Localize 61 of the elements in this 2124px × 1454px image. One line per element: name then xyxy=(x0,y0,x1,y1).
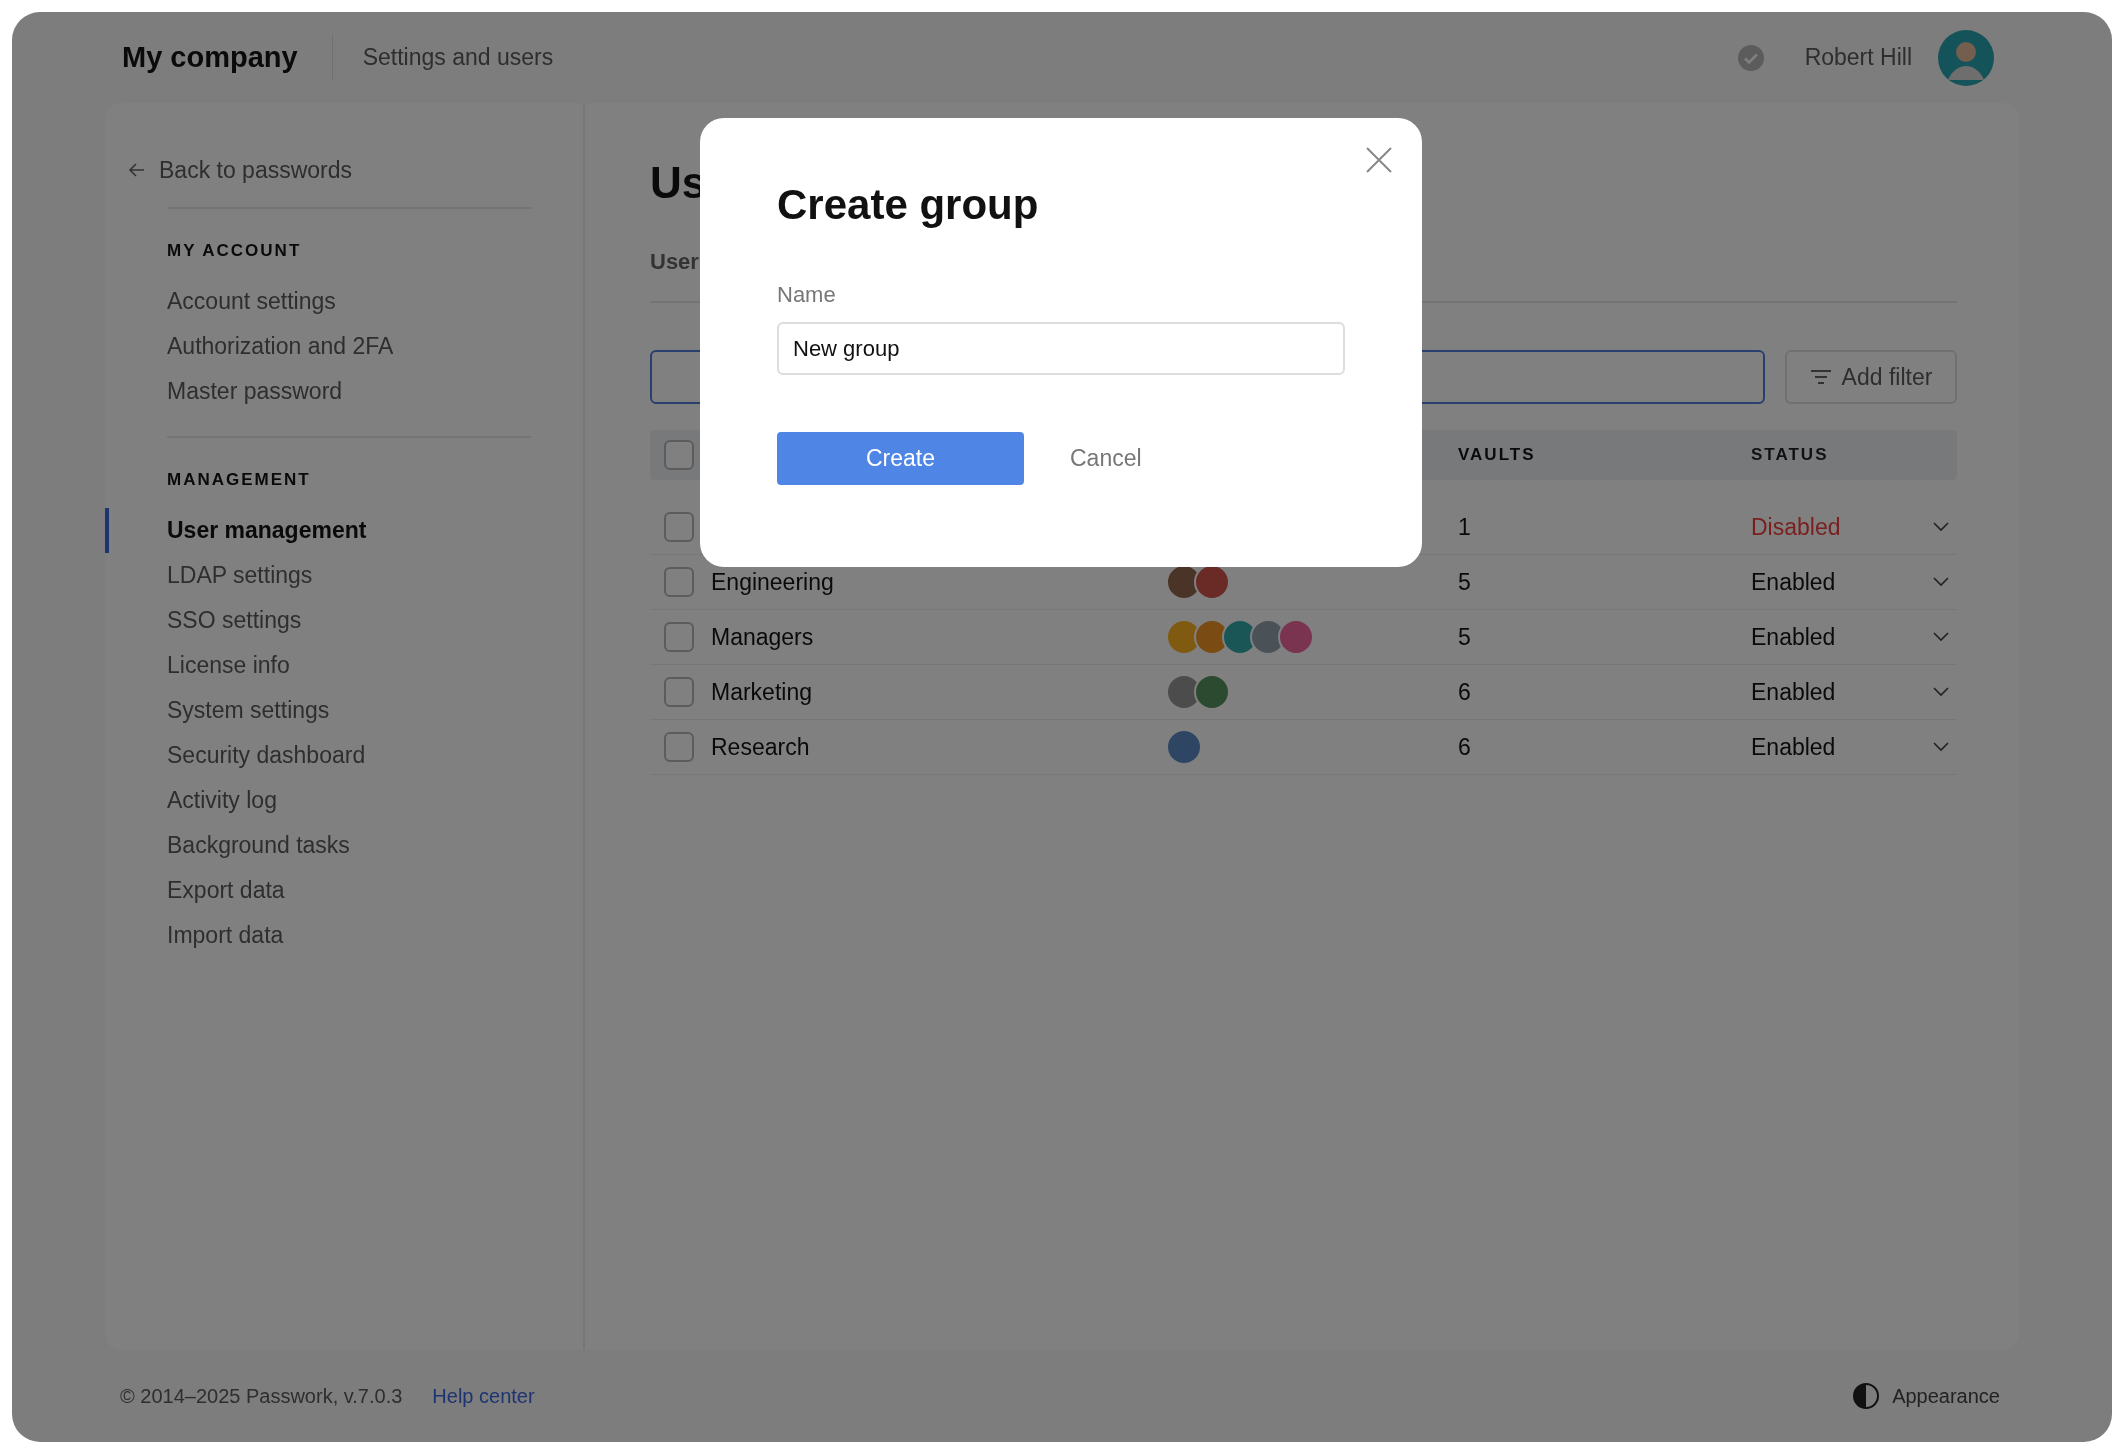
checkbox[interactable] xyxy=(664,440,694,470)
nav-item[interactable]: Authorization and 2FA xyxy=(105,324,583,369)
nav-item[interactable]: License info xyxy=(105,643,583,688)
status-text: Disabled xyxy=(1751,513,1841,540)
column-header: STATUS xyxy=(1751,445,1830,465)
filter-icon xyxy=(1809,369,1832,385)
nav-item[interactable]: Account settings xyxy=(105,279,583,324)
status-text: Enabled xyxy=(1751,568,1836,595)
back-link[interactable]: Back to passwords xyxy=(105,155,583,185)
nav-item[interactable]: Import data xyxy=(105,913,583,958)
create-button[interactable]: Create xyxy=(777,432,1024,485)
section-title: Settings and users xyxy=(362,44,554,71)
nav-item[interactable]: LDAP settings xyxy=(105,553,583,598)
status-text: Enabled xyxy=(1751,678,1836,705)
company-name[interactable]: My company xyxy=(122,41,298,74)
help-link[interactable]: Help center xyxy=(432,1384,535,1408)
contrast-icon xyxy=(1852,1382,1881,1410)
status-text: Enabled xyxy=(1751,623,1836,650)
checkbox[interactable] xyxy=(664,732,694,762)
name-input[interactable]: New group xyxy=(777,322,1345,375)
nav-item[interactable]: Master password xyxy=(105,369,583,414)
nav-item[interactable]: Export data xyxy=(105,868,583,913)
chevron-down-icon[interactable] xyxy=(1933,577,1949,587)
nav-item[interactable]: User management xyxy=(105,508,583,553)
vault-count: 6 xyxy=(1458,733,1472,761)
copyright-text: © 2014–2025 Passwork, v.7.0.3 xyxy=(120,1384,403,1408)
nav-item[interactable]: System settings xyxy=(105,688,583,733)
field-label: Name xyxy=(777,282,837,308)
avatar-icon[interactable] xyxy=(1938,29,1994,86)
group-name[interactable]: Research xyxy=(711,733,810,760)
checkbox[interactable] xyxy=(664,567,694,597)
nav-item[interactable]: Security dashboard xyxy=(105,733,583,778)
chevron-down-icon[interactable] xyxy=(1933,687,1949,697)
user-name[interactable]: Robert Hill xyxy=(1804,44,1912,71)
vault-count: 5 xyxy=(1458,568,1472,596)
group-name[interactable]: Engineering xyxy=(711,568,834,595)
check-circle-icon xyxy=(1736,43,1765,72)
nav-item[interactable]: Activity log xyxy=(105,778,583,823)
add-filter-button[interactable]: Add filter xyxy=(1785,350,1957,404)
nav-item[interactable]: Background tasks xyxy=(105,823,583,868)
chevron-down-icon[interactable] xyxy=(1933,522,1949,532)
chevron-down-icon[interactable] xyxy=(1933,742,1949,752)
chevron-down-icon[interactable] xyxy=(1933,632,1949,642)
tab[interactable]: User xyxy=(650,249,699,274)
appearance-button[interactable]: Appearance xyxy=(1852,1382,2000,1410)
vault-count: 1 xyxy=(1458,513,1472,541)
section-heading: MANAGEMENT xyxy=(167,470,312,490)
group-name[interactable]: Marketing xyxy=(711,678,812,705)
checkbox[interactable] xyxy=(664,512,694,542)
close-icon[interactable] xyxy=(1366,147,1392,173)
section-heading: MY ACCOUNT xyxy=(167,241,303,261)
checkbox[interactable] xyxy=(664,677,694,707)
vault-count: 5 xyxy=(1458,623,1472,651)
status-text: Enabled xyxy=(1751,733,1836,760)
checkbox[interactable] xyxy=(664,622,694,652)
group-name[interactable]: Managers xyxy=(711,623,814,650)
vault-count: 6 xyxy=(1458,678,1472,706)
dialog-title: Create group xyxy=(777,180,1040,230)
column-header: VAULTS xyxy=(1458,445,1537,465)
nav-item[interactable]: SSO settings xyxy=(105,598,583,643)
cancel-button[interactable]: Cancel xyxy=(1054,445,1158,472)
